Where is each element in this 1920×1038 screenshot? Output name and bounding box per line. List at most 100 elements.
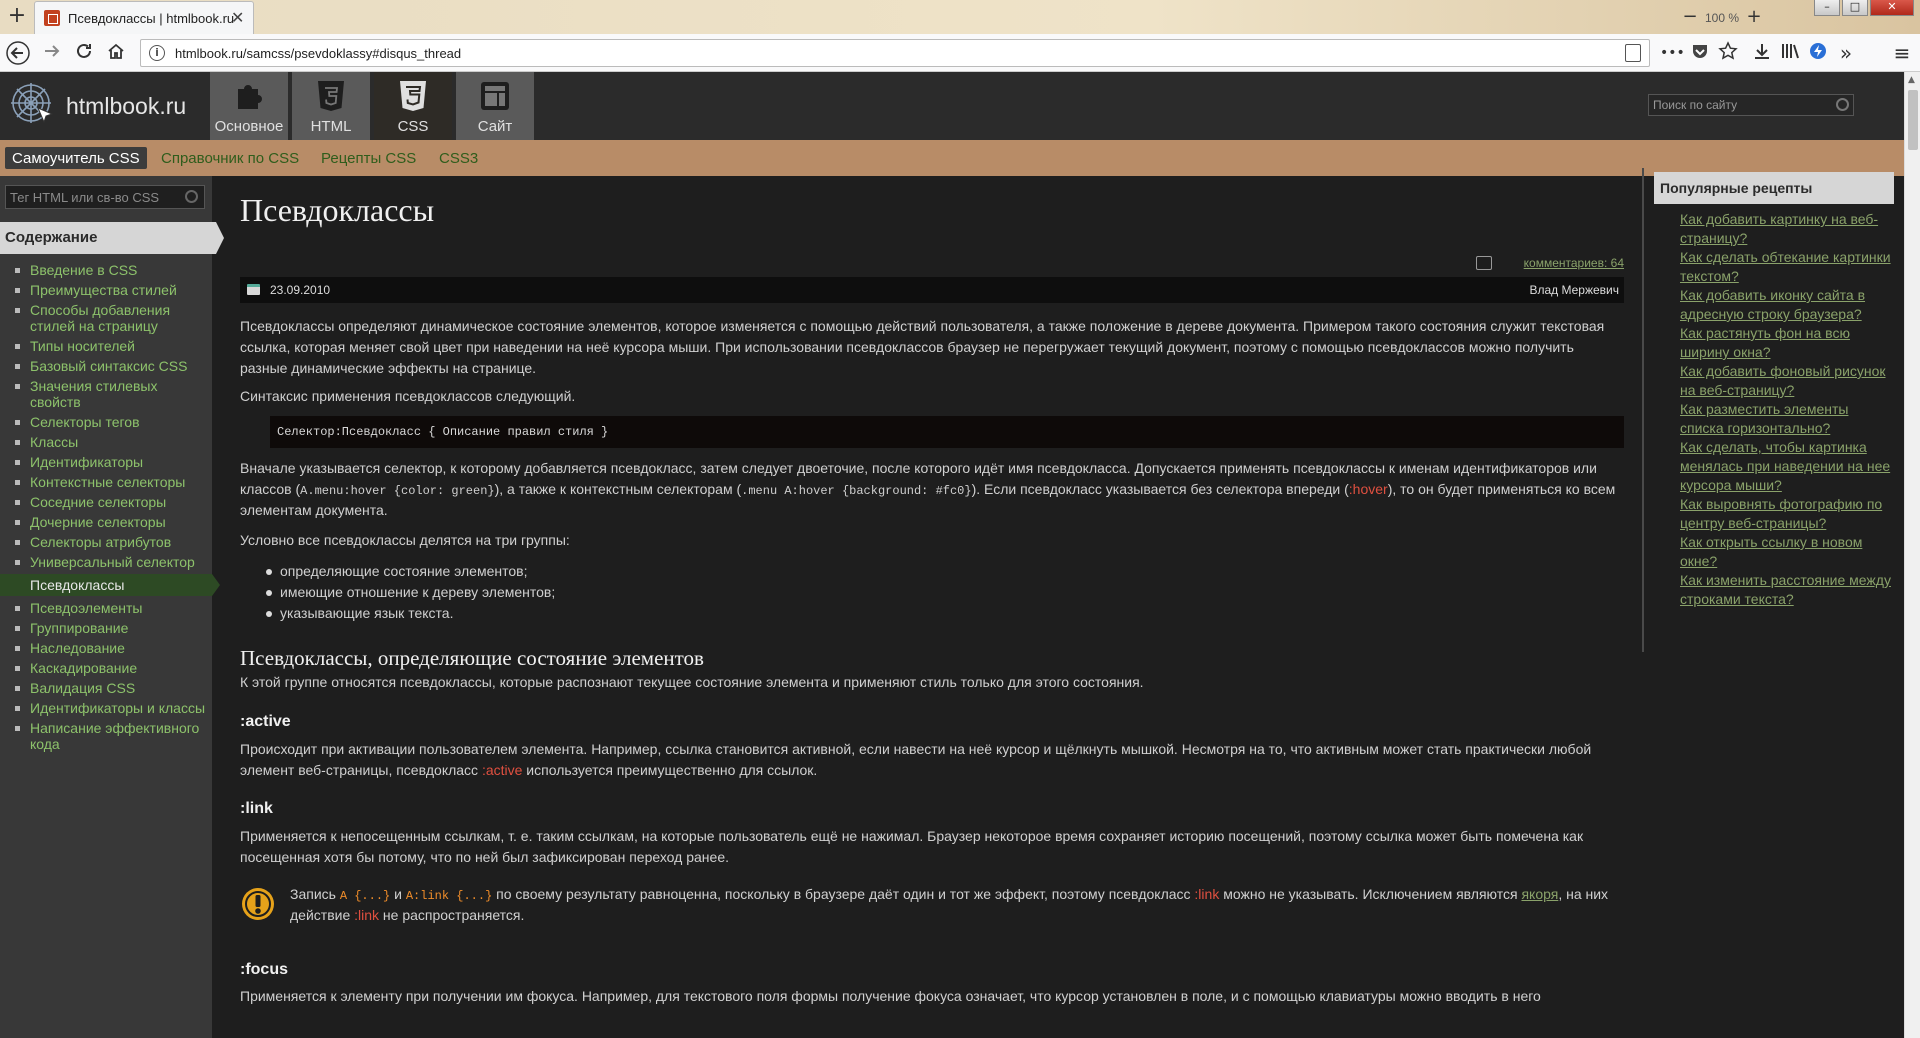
toc-item[interactable]: Идентификаторы xyxy=(0,454,212,470)
list-item: указывающие язык текста. xyxy=(264,603,555,624)
recipe-link[interactable]: Как сделать, чтобы картинка менялась при… xyxy=(1680,438,1894,495)
pocket-icon[interactable] xyxy=(1688,41,1712,65)
link-heading: :link xyxy=(240,800,273,817)
logo-web-icon[interactable] xyxy=(10,82,56,128)
text: Происходит при активации пользователем э… xyxy=(240,741,1592,778)
recipe-link[interactable]: Как разместить элементы списка горизонта… xyxy=(1680,400,1894,438)
subnav-item-css3[interactable]: CSS3 xyxy=(432,147,485,169)
article-date: 23.09.2010 xyxy=(270,283,331,297)
toc-item[interactable]: Соседние селекторы xyxy=(0,494,212,510)
search-icon[interactable] xyxy=(185,190,198,203)
toc-item[interactable]: Типы носителей xyxy=(0,338,212,354)
bookmark-star-icon[interactable] xyxy=(1716,41,1740,65)
active-paragraph: Происходит при активации пользователем э… xyxy=(240,739,1624,781)
url-text[interactable]: htmlbook.ru/samcss/psevdoklassy#disqus_t… xyxy=(175,46,461,61)
reload-icon[interactable] xyxy=(72,41,96,65)
toolbar-overflow-icon[interactable]: » xyxy=(1834,41,1858,65)
forward-icon[interactable] xyxy=(40,41,64,65)
recipe-link[interactable]: Как сделать обтекание картинки текстом? xyxy=(1680,248,1894,286)
text: можно не указывать. Исключением являются xyxy=(1219,886,1522,902)
site-info-icon[interactable]: i xyxy=(149,45,165,61)
tab-close-icon[interactable]: ✕ xyxy=(231,8,244,27)
section-tab-site[interactable]: Сайт xyxy=(456,72,536,140)
toc-item[interactable]: Базовый синтаксис CSS xyxy=(0,358,212,374)
toc-item[interactable]: Дочерние селекторы xyxy=(0,514,212,530)
page-scrollbar[interactable]: ▲ xyxy=(1904,72,1920,1038)
downloads-icon[interactable] xyxy=(1750,41,1774,65)
menu-icon[interactable]: ≡ xyxy=(1890,41,1914,65)
extension-icon[interactable] xyxy=(1806,41,1830,65)
back-icon[interactable] xyxy=(6,41,30,65)
toc-item[interactable]: Селекторы тегов xyxy=(0,414,212,430)
window-close-button[interactable]: ✕ xyxy=(1870,0,1914,16)
zoom-level[interactable]: 100 % xyxy=(1700,11,1744,25)
zoom-controls: −100 % + xyxy=(1680,6,1764,27)
recipe-link[interactable]: Как добавить иконку сайта в адресную стр… xyxy=(1680,286,1894,324)
recipe-link[interactable]: Как растянуть фон на всю ширину окна? xyxy=(1680,324,1894,362)
home-icon[interactable] xyxy=(104,41,128,65)
recipe-link[interactable]: Как добавить картинку на веб-страницу? xyxy=(1680,210,1894,248)
warning-icon xyxy=(240,886,276,925)
toc-item[interactable]: Идентификаторы и классы xyxy=(0,700,212,716)
toc-item[interactable]: Каскадирование xyxy=(0,660,212,676)
page-title: Псевдоклассы xyxy=(240,192,435,228)
web-page: htmlbook.ru Основное HTML CSS Сайт Поиск… xyxy=(0,72,1904,1038)
sidebar-search-input[interactable] xyxy=(6,186,176,208)
section-tab-html[interactable]: HTML xyxy=(292,72,372,140)
subnav-item-reference[interactable]: Справочник по CSS xyxy=(154,147,306,169)
toc-item[interactable]: Селекторы атрибутов xyxy=(0,534,212,550)
toc-item[interactable]: Валидация CSS xyxy=(0,680,212,696)
popular-recipes-list: Как добавить картинку на веб-страницу? К… xyxy=(1680,210,1894,609)
popular-recipes-heading: Популярные рецепты xyxy=(1654,172,1894,204)
anchor-link[interactable]: якоря xyxy=(1521,886,1558,902)
section-heading: Псевдоклассы, определяющие состояние эле… xyxy=(240,646,704,670)
toc-item[interactable]: Классы xyxy=(0,434,212,450)
toc-item[interactable]: Псевдоэлементы xyxy=(0,600,212,616)
scroll-up-arrow-icon[interactable]: ▲ xyxy=(1908,75,1915,85)
recipe-link[interactable]: Как добавить фоновый рисунок на веб-стра… xyxy=(1680,362,1894,400)
section-tab-main[interactable]: Основное xyxy=(210,72,290,140)
inline-code: A.menu:hover {color: green} xyxy=(300,484,495,498)
section-tab-label: Сайт xyxy=(477,118,513,135)
toc-item[interactable]: Группирование xyxy=(0,620,212,636)
css3-icon xyxy=(400,81,426,111)
comments-icon[interactable] xyxy=(1476,256,1492,270)
comments-link[interactable]: комментариев: 64 xyxy=(1524,256,1624,270)
right-sidebar: Популярные рецепты Как добавить картинку… xyxy=(1642,168,1894,652)
toc-item-current[interactable]: Псевдоклассы xyxy=(0,574,220,596)
site-logo-text[interactable]: htmlbook.ru xyxy=(66,93,186,120)
minimize-button[interactable]: – xyxy=(1814,0,1840,16)
zoom-in-button[interactable]: + xyxy=(1744,6,1764,27)
reader-view-icon[interactable] xyxy=(1625,44,1641,62)
subnav-item-recipes[interactable]: Рецепты CSS xyxy=(314,147,423,169)
pseudo-keyword: :link xyxy=(1194,886,1220,902)
section-tab-css[interactable]: CSS xyxy=(374,72,454,140)
calendar-icon xyxy=(247,284,260,295)
recipe-link[interactable]: Как выровнять фотографию по центру веб-с… xyxy=(1680,495,1894,533)
page-actions-icon[interactable]: ••• xyxy=(1660,41,1685,65)
section-intro: К этой группе относятся псевдоклассы, ко… xyxy=(240,674,1144,690)
toc-item[interactable]: Значения стилевых свойств xyxy=(0,378,212,410)
new-tab-button[interactable]: + xyxy=(6,4,28,28)
toc-item[interactable]: Универсальный селектор xyxy=(0,554,212,570)
scroll-thumb[interactable] xyxy=(1908,90,1918,150)
toc-item[interactable]: Способы добавления стилей на страницу xyxy=(0,302,212,334)
article-meta-bar: 23.09.2010 Влад Мержевич xyxy=(240,277,1624,303)
maximize-button[interactable]: □ xyxy=(1842,0,1868,16)
zoom-out-button[interactable]: − xyxy=(1680,6,1700,27)
section-tab-label: HTML xyxy=(310,118,352,135)
browser-tab-active[interactable]: Псевдоклассы | htmlbook.ru ✕ xyxy=(34,1,254,34)
site-search-input[interactable] xyxy=(1649,95,1829,115)
address-bar[interactable]: i htmlbook.ru/samcss/psevdoklassy#disqus… xyxy=(140,39,1650,67)
toc-item[interactable]: Преимущества стилей xyxy=(0,282,212,298)
subnav-item-tutorial[interactable]: Самоучитель CSS xyxy=(5,147,147,169)
toc-item[interactable]: Наследование xyxy=(0,640,212,656)
toc-item[interactable]: Контекстные селекторы xyxy=(0,474,212,490)
search-icon[interactable] xyxy=(1836,98,1849,111)
library-icon[interactable] xyxy=(1778,41,1802,65)
recipe-link[interactable]: Как изменить расстояние между строками т… xyxy=(1680,571,1894,609)
puzzle-icon xyxy=(238,85,262,109)
recipe-link[interactable]: Как открыть ссылку в новом окне? xyxy=(1680,533,1894,571)
toc-item[interactable]: Написание эффективного кода xyxy=(0,720,212,752)
toc-item[interactable]: Введение в CSS xyxy=(0,262,212,278)
